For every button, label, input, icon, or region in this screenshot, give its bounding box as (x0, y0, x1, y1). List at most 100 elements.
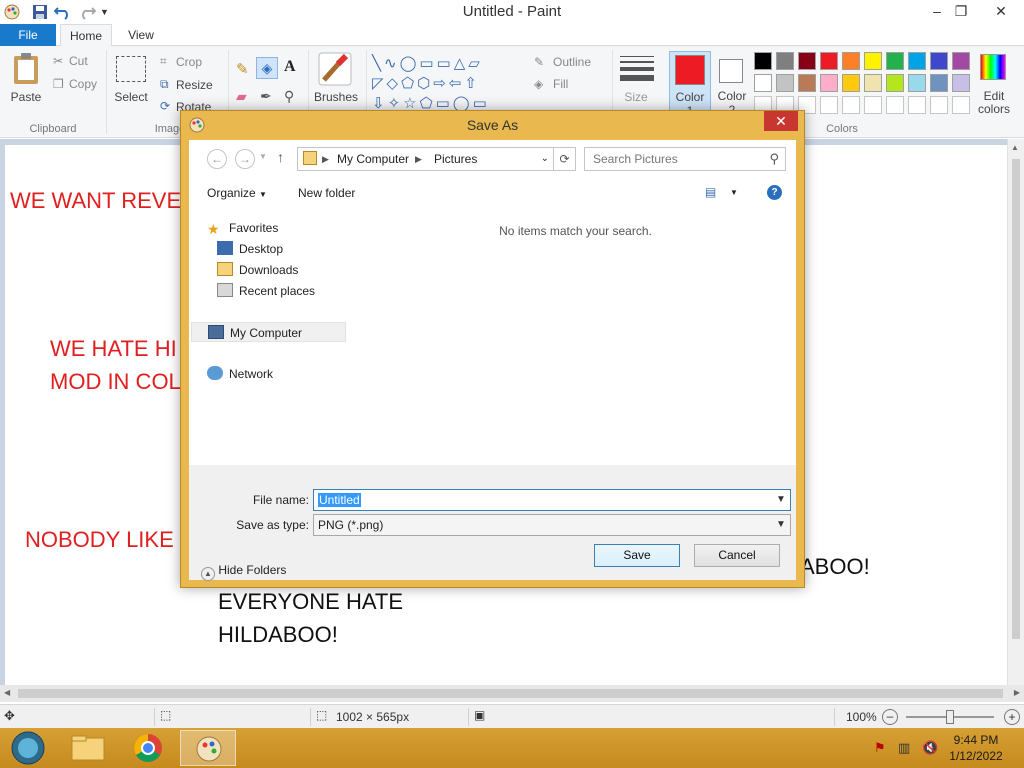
nav-my-computer[interactable]: My Computer (191, 322, 346, 342)
file-list[interactable]: No items match your search. (355, 209, 796, 465)
pencil-icon[interactable]: ✎ (236, 60, 249, 78)
help-icon[interactable]: ? (767, 185, 782, 200)
file-name-input[interactable]: Untitled ▼ (313, 489, 791, 511)
brushes-icon[interactable] (318, 52, 352, 86)
palette-swatch[interactable] (776, 74, 794, 92)
palette-swatch[interactable] (798, 52, 816, 70)
palette-swatch-empty[interactable] (864, 96, 882, 114)
organize-button[interactable]: Organize ▼ (207, 186, 267, 200)
palette-swatch[interactable] (820, 52, 838, 70)
outline-button[interactable]: Outline (553, 55, 591, 69)
back-button[interactable]: ← (207, 149, 227, 169)
copy-icon[interactable]: ❐ (53, 77, 64, 91)
shapes-gallery[interactable]: ╲∿◯▭▭△▱ ◸◇⬠⬡⇨⇦⇧ ⇩✧☆⬠▭◯▭ (372, 54, 524, 112)
address-dropdown-icon[interactable]: ⌄ (541, 148, 549, 170)
palette-swatch[interactable] (798, 74, 816, 92)
palette-swatch-empty[interactable] (930, 96, 948, 114)
paste-button[interactable]: Paste (8, 90, 44, 104)
forward-button[interactable]: → (235, 149, 255, 169)
palette-swatch[interactable] (842, 52, 860, 70)
action-center-flag-icon[interactable]: ⚑ (874, 740, 886, 756)
horizontal-scrollbar[interactable]: ◀ ▶ (0, 685, 1024, 702)
dialog-close-button[interactable]: ✕ (764, 111, 798, 131)
hide-folders-button[interactable]: ▲ Hide Folders (201, 563, 286, 581)
search-icon[interactable]: ⚲ (769, 148, 779, 170)
palette-swatch[interactable] (842, 74, 860, 92)
edit-colors-icon[interactable] (980, 54, 1006, 80)
tab-home[interactable]: Home (60, 24, 112, 47)
palette-swatch[interactable] (930, 52, 948, 70)
select-button[interactable]: Select (112, 90, 150, 104)
color-picker-icon[interactable]: ✒ (260, 88, 272, 105)
resize-icon[interactable]: ⧉ (160, 77, 169, 92)
nav-favorites[interactable]: ★ Favorites (207, 218, 278, 238)
zoom-out-button[interactable]: – (882, 709, 898, 725)
maximize-button[interactable]: ❐ (946, 0, 976, 22)
palette-swatch-empty[interactable] (952, 96, 970, 114)
magnifier-icon[interactable]: ⚲ (284, 88, 294, 105)
resize-button[interactable]: Resize (176, 78, 213, 92)
taskbar-paint[interactable] (180, 730, 236, 766)
size-button[interactable]: Size (618, 90, 654, 104)
new-folder-button[interactable]: New folder (298, 186, 355, 200)
zoom-slider[interactable] (906, 710, 994, 724)
cut-button[interactable]: Cut (69, 54, 88, 68)
zoom-slider-thumb[interactable] (946, 710, 954, 724)
eraser-icon[interactable]: ▰ (236, 88, 247, 105)
palette-swatch[interactable] (930, 74, 948, 92)
palette-swatch-empty[interactable] (908, 96, 926, 114)
scroll-right-icon[interactable]: ▶ (1014, 688, 1020, 697)
palette-swatch[interactable] (776, 52, 794, 70)
fill-bucket-icon[interactable]: ◈ (256, 57, 278, 79)
nav-downloads[interactable]: Downloads (217, 260, 298, 280)
scroll-left-icon[interactable]: ◀ (4, 688, 10, 697)
taskbar-explorer[interactable] (60, 730, 116, 766)
close-window-button[interactable]: ✕ (986, 0, 1016, 22)
brushes-button[interactable]: Brushes (312, 90, 360, 104)
save-as-type-dropdown-icon[interactable]: ▼ (774, 515, 788, 535)
palette-swatch-empty[interactable] (820, 96, 838, 114)
palette-swatch[interactable] (754, 52, 772, 70)
save-button[interactable]: Save (594, 544, 680, 567)
taskbar-chrome[interactable] (120, 730, 176, 766)
palette-swatch[interactable] (908, 52, 926, 70)
palette-swatch[interactable] (864, 52, 882, 70)
nav-recent-places[interactable]: Recent places (217, 281, 315, 301)
cancel-button[interactable]: Cancel (694, 544, 780, 567)
start-button[interactable] (2, 730, 58, 766)
palette-swatch[interactable] (908, 74, 926, 92)
palette-swatch[interactable] (864, 74, 882, 92)
up-folder-icon[interactable]: ↑ (277, 149, 284, 165)
copy-button[interactable]: Copy (69, 77, 97, 91)
rotate-icon[interactable]: ⟳ (160, 99, 170, 113)
palette-swatch[interactable] (820, 74, 838, 92)
nav-network[interactable]: Network (207, 364, 273, 384)
palette-swatch[interactable] (952, 74, 970, 92)
tab-file[interactable]: File (0, 24, 56, 46)
nav-desktop[interactable]: Desktop (217, 239, 283, 259)
fill-button[interactable]: Fill (553, 77, 568, 91)
save-as-type-select[interactable]: PNG (*.png) ▼ (313, 514, 791, 536)
tab-view[interactable]: View (116, 24, 166, 46)
horizontal-scroll-thumb[interactable] (18, 689, 1003, 698)
select-icon[interactable] (116, 56, 146, 82)
network-status-icon[interactable]: ▥ (898, 740, 910, 756)
edit-colors-line2[interactable]: colors (972, 103, 1016, 116)
vertical-scroll-thumb[interactable] (1012, 159, 1020, 639)
volume-muted-icon[interactable]: 🔇 (922, 740, 938, 756)
crop-button[interactable]: Crop (176, 55, 202, 69)
refresh-button[interactable]: ⟳ (554, 147, 576, 171)
fill-icon[interactable]: ◈ (534, 77, 543, 91)
palette-swatch[interactable] (754, 74, 772, 92)
palette-swatch[interactable] (886, 52, 904, 70)
palette-swatch[interactable] (952, 52, 970, 70)
scroll-up-icon[interactable]: ▲ (1011, 143, 1019, 152)
address-bar[interactable]: ▶ My Computer ▶ Pictures ⌄ (297, 147, 554, 171)
size-icon[interactable] (620, 56, 654, 81)
text-tool-icon[interactable]: A (284, 58, 296, 76)
vertical-scrollbar[interactable]: ▲ (1007, 139, 1024, 685)
breadcrumb-my-computer[interactable]: My Computer (337, 148, 409, 170)
crop-icon[interactable]: ⌗ (160, 54, 167, 69)
cut-icon[interactable]: ✂ (53, 54, 63, 68)
outline-icon[interactable]: ✎ (534, 55, 544, 69)
